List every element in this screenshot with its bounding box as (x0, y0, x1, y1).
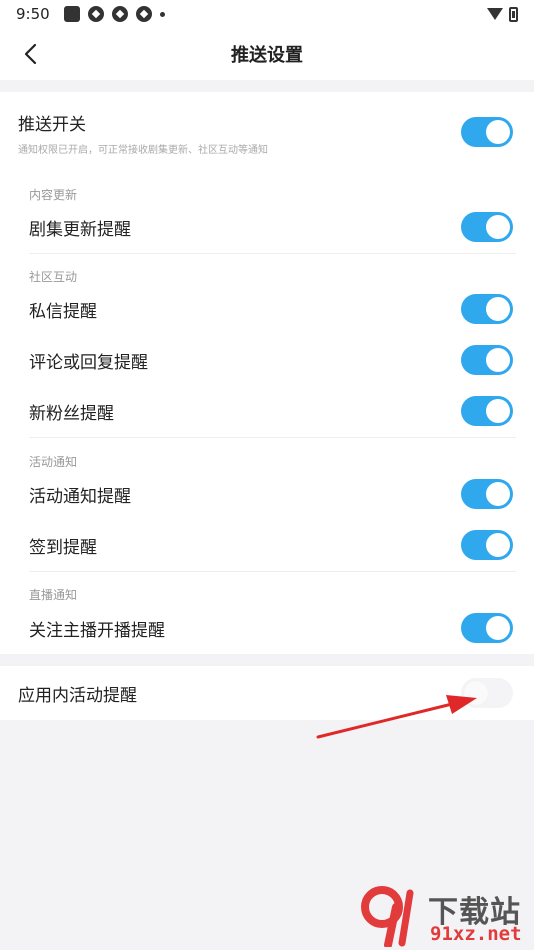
watermark-url: 91xz.net (430, 923, 522, 945)
check-in-toggle[interactable] (461, 530, 513, 560)
master-push-label: 推送开关 (18, 115, 86, 135)
notification-app-icon (111, 6, 128, 22)
master-push-row: 推送开关 通知权限已开启，可正常接收剧集更新、社区互动等通知 (0, 92, 534, 172)
setting-label: 关注主播开播提醒 (29, 621, 165, 641)
episode-update-toggle[interactable] (461, 212, 513, 242)
watermark-logo-icon (361, 886, 414, 947)
setting-row-check-in: 签到提醒 (0, 520, 534, 570)
notification-square-icon (63, 6, 80, 22)
toggle-knob (486, 348, 510, 372)
section-label-community: 社区互动 (29, 270, 78, 284)
notification-app-icon (135, 6, 152, 22)
setting-label: 剧集更新提醒 (29, 220, 131, 240)
activity-notice-toggle[interactable] (461, 479, 513, 509)
status-system-icons (487, 6, 518, 22)
status-notification-icons (63, 6, 165, 22)
live-start-toggle[interactable] (461, 613, 513, 643)
push-settings-card: 推送开关 通知权限已开启，可正常接收剧集更新、社区互动等通知 内容更新 剧集更新… (0, 92, 534, 654)
section-label-content-update: 内容更新 (29, 188, 78, 202)
divider (29, 253, 516, 254)
toggle-knob (486, 120, 510, 144)
toggle-knob (486, 616, 510, 640)
wifi-icon (487, 8, 503, 20)
setting-label: 签到提醒 (29, 538, 97, 558)
notification-app-icon (87, 6, 104, 22)
setting-row-new-follower: 新粉丝提醒 (0, 386, 534, 436)
comment-reply-toggle[interactable] (461, 345, 513, 375)
setting-label: 私信提醒 (29, 302, 97, 322)
setting-row-private-message: 私信提醒 (0, 284, 534, 334)
setting-row-episode-update: 剧集更新提醒 (0, 202, 534, 252)
divider (29, 571, 516, 572)
setting-row-activity-notice: 活动通知提醒 (0, 469, 534, 519)
status-time: 9:50 (16, 5, 50, 23)
back-chevron-icon[interactable] (20, 42, 44, 66)
toggle-knob (486, 215, 510, 239)
section-label-live: 直播通知 (29, 588, 78, 602)
new-follower-toggle[interactable] (461, 396, 513, 426)
setting-label: 新粉丝提醒 (29, 404, 114, 424)
battery-charging-icon (509, 6, 518, 22)
page-title: 推送设置 (231, 45, 303, 66)
red-arrow-annotation-icon (316, 695, 477, 739)
setting-row-comment-reply: 评论或回复提醒 (0, 335, 534, 385)
setting-row-live-start: 关注主播开播提醒 (0, 603, 534, 653)
more-notifications-dot-icon (159, 11, 165, 17)
setting-label: 评论或回复提醒 (29, 353, 148, 373)
toggle-knob (486, 297, 510, 321)
navigation-bar: 推送设置 (0, 28, 534, 80)
setting-label: 活动通知提醒 (29, 487, 131, 507)
master-push-description: 通知权限已开启，可正常接收剧集更新、社区互动等通知 (18, 145, 268, 156)
toggle-knob (486, 399, 510, 423)
divider (29, 437, 516, 438)
private-message-toggle[interactable] (461, 294, 513, 324)
status-bar: 9:50 (0, 0, 534, 28)
watermark: 下载站 91xz.net (360, 885, 530, 947)
section-label-activity: 活动通知 (29, 455, 78, 469)
toggle-knob (486, 533, 510, 557)
master-push-toggle[interactable] (461, 117, 513, 147)
app-activity-label: 应用内活动提醒 (18, 686, 137, 706)
toggle-knob (486, 482, 510, 506)
